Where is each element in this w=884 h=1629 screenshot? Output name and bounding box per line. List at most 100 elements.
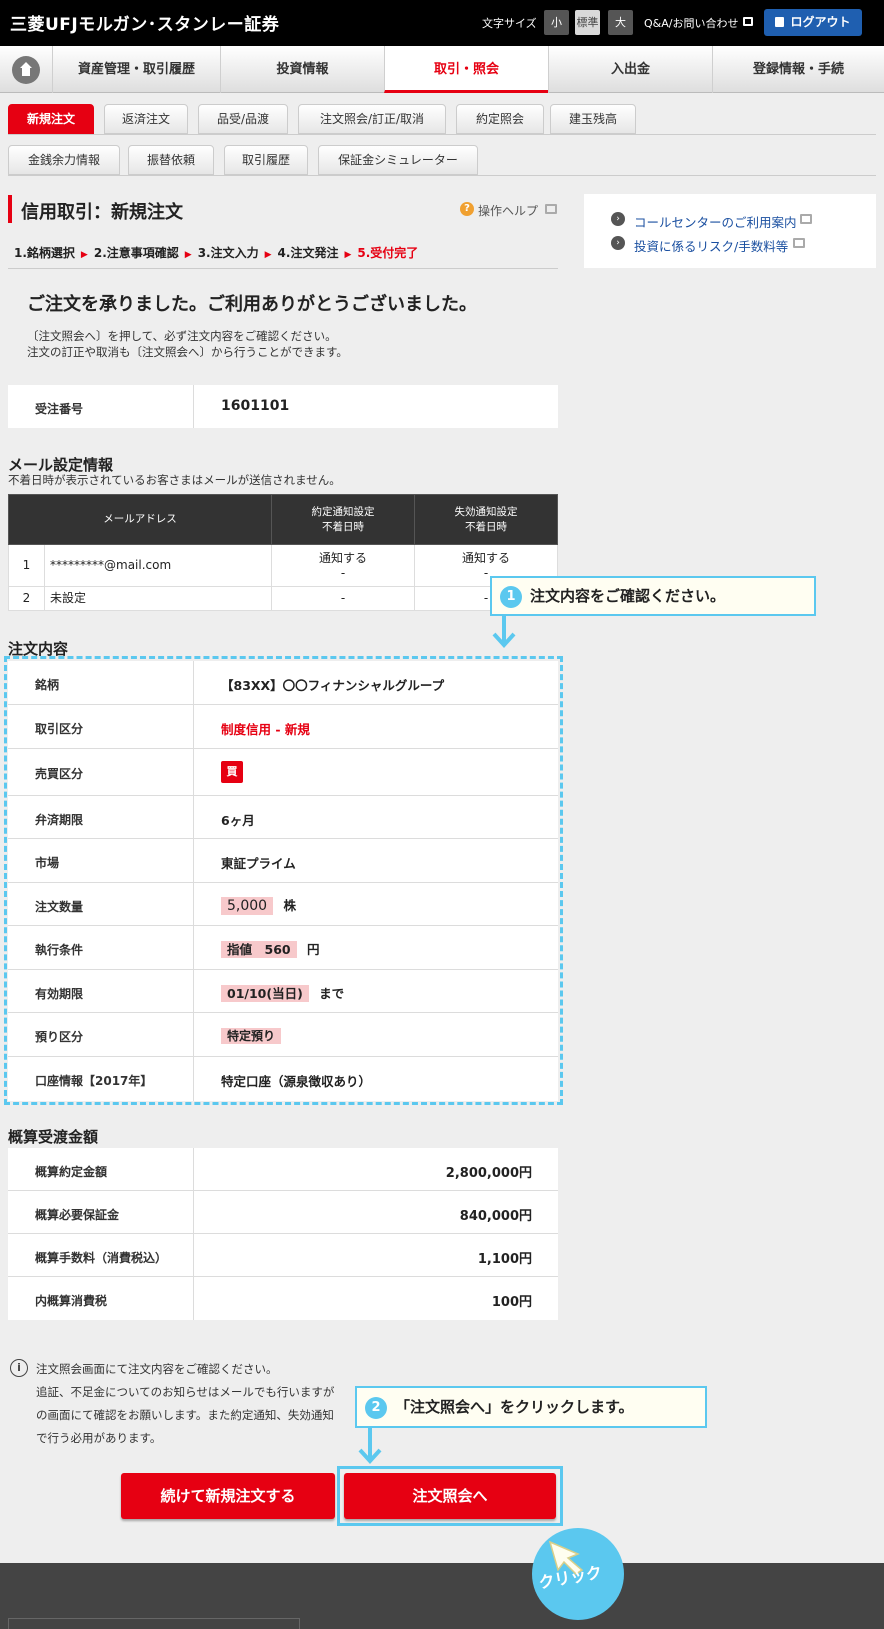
nav-trade-inquiry[interactable]: 取引・照会 (384, 46, 548, 93)
call-center-link[interactable]: コールセンターのご利用案内 (634, 212, 797, 231)
tab-transfer-request[interactable]: 振替依頼 (128, 145, 214, 175)
table-row: 口座情報【2017年】 特定口座（源泉徴収あり） (8, 1057, 558, 1101)
stock-name: 【83XX】〇〇フィナンシャルグループ (221, 678, 445, 693)
tab-open-positions[interactable]: 建玉残高 (550, 104, 636, 134)
table-row: 概算手数料（消費税込） 1,100円 (8, 1234, 558, 1277)
row-label: 弁済期限 (35, 813, 84, 827)
buy-badge: 買 (221, 761, 243, 783)
table-row: 執行条件 指値 560 円 (8, 926, 558, 970)
col-exec-notice: 約定通知設定 不着日時 (271, 494, 415, 545)
info-line-1: 注文照会画面にて注文内容をご確認ください。 (36, 1362, 278, 1376)
table-row: 内概算消費税 100円 (8, 1277, 558, 1320)
table-row: 預り区分 特定預り (8, 1013, 558, 1057)
tab-new-order[interactable]: 新規注文 (8, 104, 94, 134)
table-row: 取引区分 制度信用 - 新規 (8, 705, 558, 749)
order-inquiry-button[interactable]: 注文照会へ (344, 1473, 556, 1519)
step-arrow-icon: ▶ (184, 250, 192, 260)
tab-buying-power[interactable]: 金銭余力情報 (8, 145, 120, 175)
operation-help-link[interactable]: 操作ヘルプ (478, 202, 538, 219)
table-row: 市場 東証プライム (8, 839, 558, 883)
table-row: 売買区分 買 (8, 749, 558, 796)
exec-notice-date: - (340, 565, 346, 580)
new-window-icon (743, 17, 753, 26)
row-label: 市場 (35, 856, 60, 870)
font-size-standard-button[interactable]: 標準 (575, 10, 600, 35)
custody-value: 特定預り (221, 1028, 282, 1044)
account-info: 特定口座（源泉徴収あり） (221, 1074, 372, 1089)
col-exec-notice-line1: 約定通知設定 (311, 505, 375, 518)
chevron-right-icon: › (611, 236, 625, 250)
buy-label: 買 (221, 761, 243, 783)
new-window-icon (793, 238, 805, 248)
tab-divider (8, 175, 876, 176)
logout-label: ログアウト (790, 15, 851, 29)
callout-confirm-order: 1 注文内容をご確認ください。 (490, 576, 816, 616)
tab-execution-inquiry[interactable]: 約定照会 (456, 104, 544, 134)
valid-until: 01/10(当日) まで (221, 983, 344, 1002)
callout-text: 注文内容をご確認ください。 (530, 587, 726, 605)
brand-logo[interactable]: 三菱UFJモルガン･スタンレー証券 (10, 10, 279, 35)
continue-new-order-button[interactable]: 続けて新規注文する (121, 1473, 335, 1519)
callout-text: 「注文照会へ」をクリックします。 (395, 1398, 634, 1416)
price-unit: 円 (306, 942, 320, 957)
repay-deadline: 6ヶ月 (221, 813, 255, 828)
nav-asset-management[interactable]: 資産管理・取引履歴 (52, 46, 220, 93)
execution-condition: 指値 560 円 (221, 939, 319, 958)
table-row: 概算必要保証金 840,000円 (8, 1191, 558, 1234)
callout-click-inquiry: 2 「注文照会へ」をクリックします。 (355, 1386, 707, 1428)
tab-delivery[interactable]: 品受/品渡 (198, 104, 288, 134)
risk-fee-link[interactable]: 投資に係るリスク/手数料等 (634, 236, 788, 255)
tab-order-inquiry[interactable]: 注文照会/訂正/取消 (298, 104, 446, 134)
estimate-consumption-tax: 100円 (491, 1295, 532, 1310)
order-content-table: 銘柄 【83XX】〇〇フィナンシャルグループ 取引区分 制度信用 - 新規 売買… (8, 661, 558, 1101)
quantity-value: 5,000 (221, 897, 274, 915)
order-number-table: 受注番号 1601101 (8, 385, 558, 428)
tab-margin-simulator[interactable]: 保証金シミュレーター (318, 145, 478, 175)
nav-deposit-withdrawal[interactable]: 入出金 (548, 46, 712, 93)
font-size-label: 文字サイズ (482, 17, 537, 30)
exec-notice-value: - (271, 586, 415, 611)
footer-box (8, 1618, 300, 1629)
nav-investment-info[interactable]: 投資情報 (220, 46, 384, 93)
logout-button[interactable]: ログアウト (764, 9, 862, 36)
trade-type: 制度信用 - 新規 (221, 722, 310, 737)
step-arrow-icon: ▶ (80, 250, 88, 260)
tab-repay-order[interactable]: 返済注文 (104, 104, 188, 134)
order-quantity: 5,000 株 (221, 895, 296, 915)
nav-registration[interactable]: 登録情報・手続 (712, 46, 884, 93)
row-label: 銘柄 (35, 678, 60, 692)
exec-notice-value: 通知する (318, 550, 367, 565)
expire-notice-value: 通知する (461, 550, 510, 565)
order-number-value: 1601101 (221, 398, 290, 414)
mail-address: *********@mail.com (44, 544, 272, 587)
estimate-table: 概算約定金額 2,800,000円 概算必要保証金 840,000円 概算手数料… (8, 1148, 558, 1320)
home-icon (20, 62, 32, 76)
col-expire-notice-line2: 不着日時 (465, 520, 507, 533)
row-label: 注文数量 (35, 900, 84, 914)
market: 東証プライム (221, 856, 296, 871)
font-size-small-button[interactable]: 小 (544, 10, 569, 35)
arrow-down-icon (358, 1428, 382, 1464)
qa-contact-link[interactable]: Q&A/お問い合わせ (644, 15, 738, 31)
valid-until-date: 01/10(当日) (221, 985, 309, 1002)
tab-trade-history[interactable]: 取引履歴 (224, 145, 308, 175)
mail-settings-note: 不着日時が表示されているお客さまはメールが送信されません。 (8, 473, 341, 487)
title-accent-bar (8, 195, 12, 223)
estimate-commission: 1,100円 (477, 1252, 532, 1267)
mail-settings-table: メールアドレス 約定通知設定 不着日時 失効通知設定 不着日時 1 ********… (8, 494, 558, 611)
table-row: 注文数量 5,000 株 (8, 883, 558, 926)
row-label: 内概算消費税 (35, 1294, 108, 1308)
confirm-note: 〔注文照会へ〕を押して、必ず注文内容をご確認ください。 (27, 329, 337, 343)
step-indicator: 1.銘柄選択 ▶ 2.注意事項確認 ▶ 3.注文入力 ▶ 4.注文発注 ▶ 5.受付完了 (14, 244, 418, 261)
row-label: 概算必要保証金 (35, 1208, 120, 1222)
row-label: 有効期限 (35, 987, 84, 1001)
row-label: 預り区分 (35, 1030, 84, 1044)
thank-you-message: ご注文を承りました。ご利用ありがとうございました。 (27, 294, 477, 315)
chevron-right-icon: › (611, 212, 625, 226)
quantity-unit: 株 (283, 898, 296, 913)
exec-notice-cell: 通知する - (271, 544, 415, 587)
step-1: 1.銘柄選択 (14, 246, 75, 260)
font-size-large-button[interactable]: 大 (608, 10, 633, 35)
info-line-2: 追証、不足金についてのお知らせはメールでも行いますが (36, 1385, 335, 1399)
tab-divider (8, 134, 876, 135)
